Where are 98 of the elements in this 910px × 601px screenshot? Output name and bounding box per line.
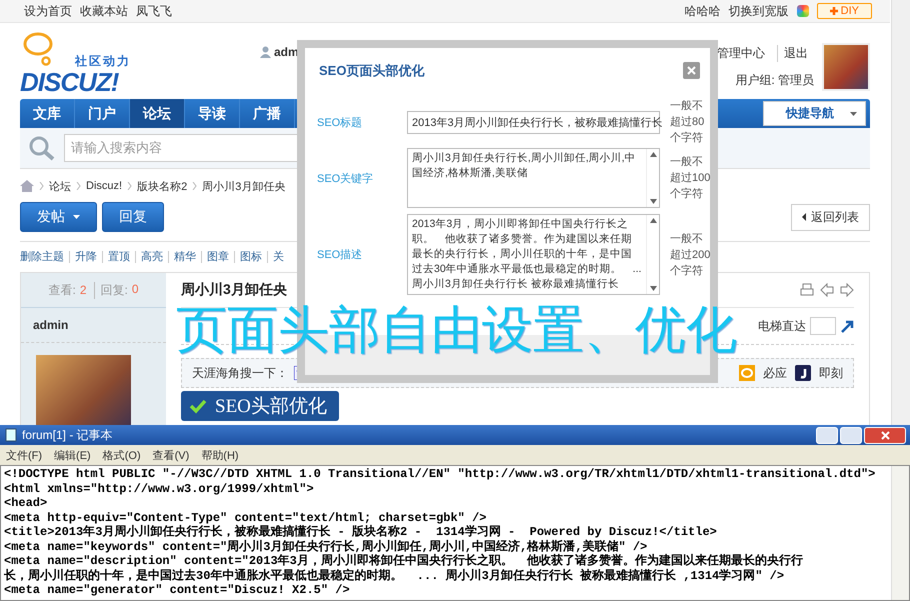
moderation-link[interactable]: 关 bbox=[267, 251, 289, 263]
menu-item[interactable]: 文件(F) bbox=[6, 448, 42, 462]
moderation-link[interactable]: 精华 bbox=[168, 251, 201, 263]
moderation-link[interactable]: 高亮 bbox=[135, 251, 168, 263]
color-swatch-icon[interactable] bbox=[796, 5, 809, 17]
ring-icon[interactable] bbox=[739, 365, 755, 381]
code-line: <meta name="generator" content="Discuz! X2.5" /> bbox=[4, 583, 351, 598]
scrollbar[interactable] bbox=[891, 0, 910, 425]
avatar-photo-placeholder bbox=[822, 43, 870, 91]
author-name[interactable]: admin bbox=[21, 308, 166, 343]
j-logo-icon[interactable] bbox=[795, 365, 811, 381]
jump-label: 电梯直达 bbox=[758, 318, 806, 334]
close-icon bbox=[880, 430, 890, 440]
minimize-button[interactable] bbox=[816, 426, 838, 444]
new-post-button[interactable]: 发帖 bbox=[20, 202, 97, 232]
top-link[interactable]: 哈哈哈 bbox=[684, 2, 721, 20]
quick-nav-button[interactable]: 快捷导航 bbox=[763, 101, 866, 126]
views-label: 查看: bbox=[48, 282, 76, 298]
share-label: 天涯海角搜一下： bbox=[192, 364, 288, 382]
logo-wordmark: DISCUZ! bbox=[20, 67, 118, 98]
chevron-icon bbox=[39, 182, 44, 190]
text-area[interactable]: 2013年3月，周小川即将卸任中国央行行长之职。 他收获了诸多赞誉。作为建国以来任期最长的央行行长，周小川任职的十年，是中国过去30年中通胀水平最低也最稳定的时期。 ... 周小川3月卸任央行行长 被称最难搞懂行长 bbox=[407, 214, 660, 295]
code-line: <!DOCTYPE html PUBLIC "-//W3C//DTD XHTML 1.0 Transitional//EN" "http://www.w3.org/TR/xhtml1/DTD/xhtml1-transitional.dtd"> bbox=[4, 467, 876, 482]
breadcrumb-link[interactable]: 周小川3月卸任央 bbox=[202, 178, 286, 194]
scroll-up-icon[interactable] bbox=[650, 152, 656, 157]
window-title: forum[1] - 记事本 bbox=[22, 426, 113, 444]
reply-button[interactable]: 回复 bbox=[102, 202, 164, 232]
chevron-icon bbox=[192, 182, 198, 190]
thread-title: 周小川3月卸任央 bbox=[181, 281, 287, 299]
replies-count: 0 bbox=[132, 282, 139, 298]
close-icon bbox=[687, 66, 696, 75]
menu-item[interactable]: 查看(V) bbox=[152, 448, 190, 462]
menu-item[interactable]: 格式(O) bbox=[102, 448, 141, 462]
field-label: SEO标题 bbox=[317, 116, 364, 130]
chevron-icon bbox=[76, 182, 81, 190]
field-label: SEO描述 bbox=[317, 248, 364, 262]
seo-badge: SEO头部优化 bbox=[181, 391, 339, 421]
user-icon bbox=[260, 46, 271, 58]
text-area[interactable]: 周小川3月卸任央行行长,周小川卸任,周小川,中国经济,格林斯潘,美联储 bbox=[407, 148, 660, 208]
code-line: <title>2013年3月周小川卸任央行行长，被称最难搞懂行长 - 版块名称2 - 1314学习网 - Powered by Discuz!</title> bbox=[4, 525, 718, 540]
caret-icon bbox=[850, 112, 857, 116]
field-hint: 一般不超过200个字符 bbox=[670, 232, 712, 278]
overlay-caption: 页面头部自由设置、优化 bbox=[176, 300, 737, 360]
field-hint: 一般不超过80个字符 bbox=[670, 99, 706, 146]
input-field[interactable]: 2013年3月周小川卸任央行行长，被称最难搞懂行长 bbox=[407, 110, 660, 134]
dialog-title: SEO页面头部优化 bbox=[319, 62, 424, 80]
chevron-icon bbox=[127, 182, 132, 190]
go-arrow-icon[interactable] bbox=[840, 319, 854, 333]
breadcrumb-link[interactable]: 论坛 bbox=[49, 178, 71, 194]
replies-label: 回复: bbox=[100, 282, 128, 298]
field-hint: 一般不超过100个字符 bbox=[670, 155, 712, 202]
plus-icon bbox=[830, 7, 838, 15]
moderation-link[interactable]: 升降 bbox=[69, 251, 102, 263]
top-link[interactable]: 切换到宽版 bbox=[728, 2, 789, 20]
code-line: <html xmlns="http://www.w3.org/1999/xhtml"> bbox=[4, 482, 315, 496]
top-link[interactable]: 收藏本站 bbox=[80, 2, 128, 20]
checkmark-icon bbox=[189, 398, 207, 414]
moderation-link[interactable]: 图章 bbox=[201, 251, 234, 263]
arrow-right-icon[interactable] bbox=[840, 283, 854, 297]
code-line: 长，周小川任职的十年，是中国过去30年中通胀水平最低也最稳定的时期。 ... 周小川3月卸任央行行长 被称最难搞懂行长 ,1314学习网" /> bbox=[4, 568, 786, 583]
user-link[interactable]: 管理中心 bbox=[717, 45, 771, 62]
search-engine-link[interactable]: 必应 bbox=[763, 364, 787, 382]
scroll-up-icon[interactable] bbox=[650, 218, 656, 223]
moderation-link[interactable]: 图标 bbox=[234, 251, 267, 263]
menu-item[interactable]: 帮助(H) bbox=[201, 448, 239, 462]
back-to-list-button[interactable]: 返回列表 bbox=[791, 204, 870, 230]
top-link[interactable]: 设为首页 bbox=[24, 2, 72, 20]
views-count: 2 bbox=[80, 283, 86, 297]
scroll-down-icon[interactable] bbox=[650, 286, 656, 291]
close-button[interactable] bbox=[864, 426, 906, 444]
notepad-icon bbox=[4, 428, 18, 442]
search-icon[interactable] bbox=[28, 135, 56, 161]
top-link[interactable]: 凤飞飞 bbox=[136, 2, 172, 20]
moderation-link[interactable]: 删除主题 bbox=[20, 251, 69, 263]
close-button[interactable] bbox=[683, 62, 700, 79]
scrollbar[interactable] bbox=[891, 466, 909, 600]
print-icon[interactable] bbox=[800, 283, 814, 297]
arrow-left-icon[interactable] bbox=[820, 283, 834, 297]
menu-item[interactable]: 编辑(E) bbox=[54, 448, 91, 462]
moderation-link[interactable]: 置顶 bbox=[102, 251, 135, 263]
code-line: <meta name="description" content="2013年3月，周小川即将卸任中国央行行长之职。 他收获了诸多赞誉。作为建国以来任期最长的央行行 bbox=[4, 554, 804, 568]
maximize-button[interactable] bbox=[840, 426, 862, 444]
field-label: SEO关键字 bbox=[317, 172, 374, 186]
user-link[interactable]: 退出 bbox=[777, 45, 814, 62]
code-line: <meta name="keywords" content="周小川3月卸任央行行长,周小川卸任,周小川,中国经济,格林斯潘,美联储" /> bbox=[4, 540, 648, 554]
scroll-down-icon[interactable] bbox=[650, 199, 656, 204]
home-icon[interactable] bbox=[20, 180, 34, 192]
code-line: <meta http-equiv="Content-Type" content="text/html; charset=gbk" /> bbox=[4, 510, 488, 524]
search-engine-link[interactable]: 即刻 bbox=[819, 364, 843, 382]
caret-icon bbox=[73, 215, 80, 219]
logo-slogan: 社区动力 bbox=[75, 53, 131, 70]
code-line: <head> bbox=[4, 496, 48, 510]
nav-tab[interactable]: 论坛 bbox=[130, 99, 185, 128]
back-arrow-icon bbox=[802, 213, 806, 221]
user-group: 用户组: 管理员 bbox=[735, 72, 814, 89]
breadcrumb-link[interactable]: 版块名称2 bbox=[137, 178, 188, 194]
breadcrumb-link[interactable]: Discuz! bbox=[86, 180, 122, 192]
floor-input[interactable] bbox=[810, 317, 836, 335]
